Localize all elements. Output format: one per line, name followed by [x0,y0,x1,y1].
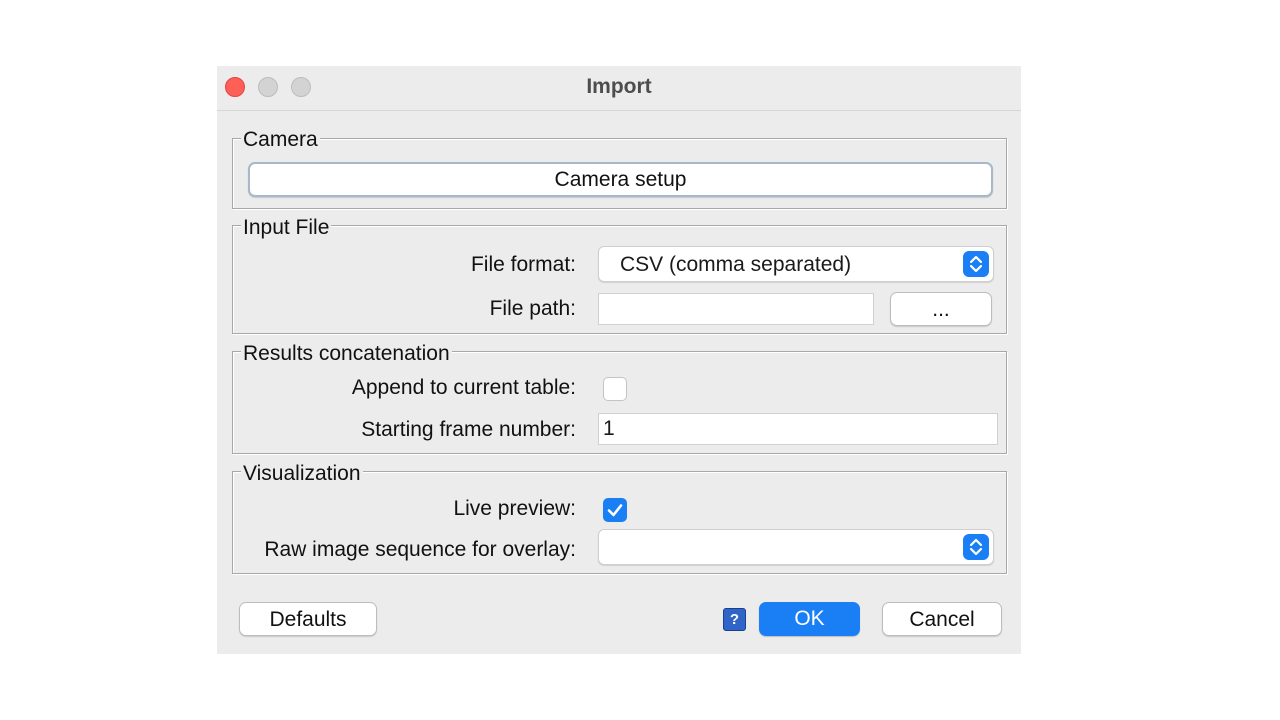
checkmark-icon [607,504,623,517]
close-window-button[interactable] [225,77,245,97]
overlay-label: Raw image sequence for overlay: [264,538,576,561]
file-format-label: File format: [470,253,576,276]
zoom-window-button[interactable] [291,77,311,97]
live-preview-label: Live preview: [453,497,576,520]
append-label: Append to current table: [351,376,576,399]
camera-legend: Camera [241,128,320,152]
ok-button[interactable]: OK [759,602,860,636]
input-file-legend: Input File [241,216,332,240]
file-path-input[interactable] [598,293,874,325]
live-preview-checkbox[interactable] [603,498,627,522]
help-icon[interactable]: ? [723,608,746,631]
window-title: Import [586,75,652,98]
chevron-up-down-icon [969,255,983,273]
title-bar: Import [217,66,1021,111]
minimize-window-button[interactable] [258,77,278,97]
overlay-select[interactable] [598,529,994,565]
file-format-select[interactable]: CSV (comma separated) [598,246,994,282]
visualization-legend: Visualization [241,462,363,486]
file-path-label: File path: [489,297,576,320]
browse-button[interactable]: ... [890,292,992,326]
defaults-button[interactable]: Defaults [239,602,377,636]
camera-setup-button[interactable]: Camera setup [248,162,993,197]
append-checkbox[interactable] [603,377,627,401]
file-format-stepper[interactable] [963,251,989,277]
starting-frame-label: Starting frame number: [361,418,576,441]
overlay-stepper[interactable] [963,534,989,560]
results-concatenation-legend: Results concatenation [241,342,452,366]
chevron-up-down-icon [969,538,983,556]
file-format-value: CSV (comma separated) [620,253,852,276]
starting-frame-input[interactable]: 1 [598,413,998,445]
cancel-button[interactable]: Cancel [882,602,1002,636]
